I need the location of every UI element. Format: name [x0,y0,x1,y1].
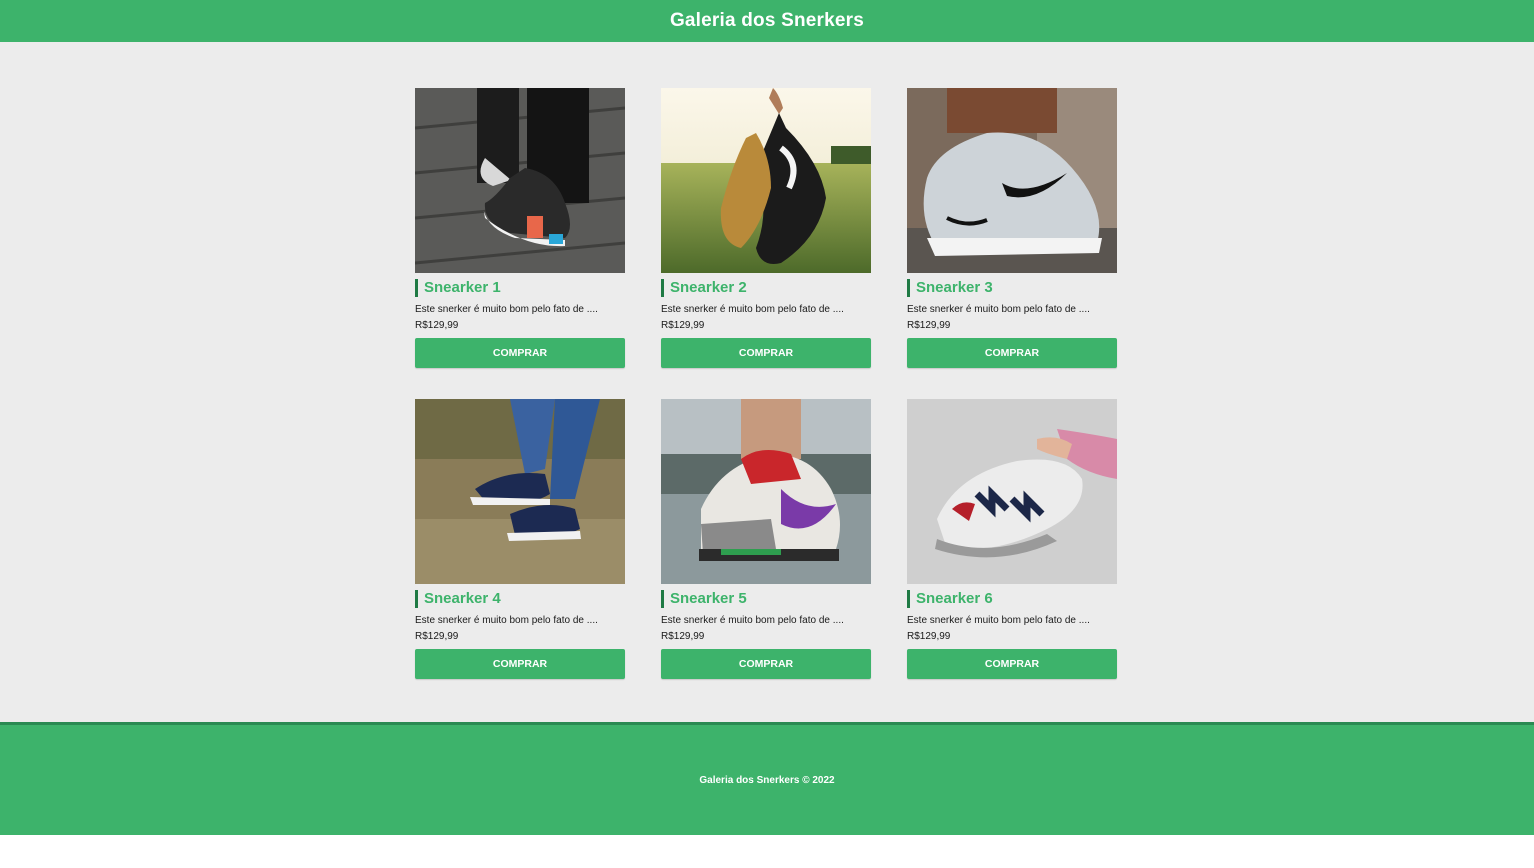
product-title: Snearker 2 [661,279,871,297]
sneaker-photo-icon[interactable] [661,88,871,273]
product-title: Snearker 3 [907,279,1117,297]
product-description: Este snerker é muito bom pelo fato de ..… [661,304,844,315]
buy-button[interactable]: COMPRAR [907,338,1117,368]
site-footer: Galeria dos Snerkers © 2022 [0,722,1534,835]
buy-button[interactable]: COMPRAR [415,338,625,368]
page-title: Galeria dos Snerkers [669,10,865,31]
product-title: Snearker 5 [661,590,871,608]
product-description: Este snerker é muito bom pelo fato de ..… [907,615,1090,626]
product-price: R$129,99 [415,631,459,642]
product-title: Snearker 6 [907,590,1117,608]
product-price: R$129,99 [661,631,705,642]
buy-button[interactable]: COMPRAR [907,649,1117,679]
sneaker-photo-icon[interactable] [415,88,625,273]
product-description: Este snerker é muito bom pelo fato de ..… [415,304,598,315]
product-description: Este snerker é muito bom pelo fato de ..… [907,304,1090,315]
buy-button[interactable]: COMPRAR [661,338,871,368]
site-header: Galeria dos Snerkers [0,0,1534,42]
product-price: R$129,99 [907,320,951,331]
buy-button[interactable]: COMPRAR [415,649,625,679]
sneaker-photo-icon[interactable] [907,88,1117,273]
product-grid: Snearker 1 Este snerker é muito bom pelo… [415,88,1117,679]
product-description: Este snerker é muito bom pelo fato de ..… [661,615,844,626]
product-title: Snearker 4 [415,590,625,608]
footer-copyright: Galeria dos Snerkers © 2022 [699,774,835,786]
sneaker-photo-icon[interactable] [661,399,871,584]
sneaker-photo-icon[interactable] [907,399,1117,584]
product-title: Snearker 1 [415,279,625,297]
product-card: Snearker 5 Este snerker é muito bom pelo… [661,399,871,679]
sneaker-photo-icon[interactable] [415,399,625,584]
product-card: Snearker 6 Este snerker é muito bom pelo… [907,399,1117,679]
gallery-section: Snearker 1 Este snerker é muito bom pelo… [0,42,1534,722]
product-price: R$129,99 [415,320,459,331]
product-card: Snearker 4 Este snerker é muito bom pelo… [415,399,625,679]
product-price: R$129,99 [661,320,705,331]
product-price: R$129,99 [907,631,951,642]
product-description: Este snerker é muito bom pelo fato de ..… [415,615,598,626]
product-card: Snearker 3 Este snerker é muito bom pelo… [907,88,1117,368]
buy-button[interactable]: COMPRAR [661,649,871,679]
product-card: Snearker 2 Este snerker é muito bom pelo… [661,88,871,368]
product-card: Snearker 1 Este snerker é muito bom pelo… [415,88,625,368]
